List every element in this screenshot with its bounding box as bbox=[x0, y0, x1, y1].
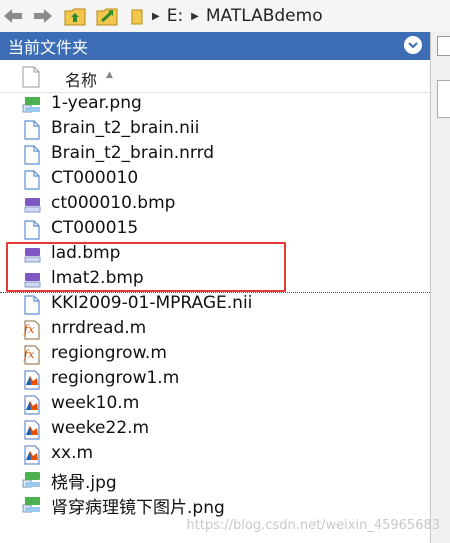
chevron-right-icon: ▶ bbox=[152, 10, 160, 22]
file-row[interactable]: week10.m bbox=[0, 392, 430, 417]
script-file-icon bbox=[22, 370, 42, 390]
panel-title: 当前文件夹 bbox=[8, 38, 89, 57]
file-row[interactable]: weeke22.m bbox=[0, 417, 430, 442]
file-name[interactable]: regiongrow1.m bbox=[51, 368, 179, 388]
file-row[interactable]: Brain_t2_brain.nrrd bbox=[0, 142, 430, 167]
watermark: https://blog.csdn.net/weixin_45965683 bbox=[186, 518, 440, 533]
file-name[interactable]: xx.m bbox=[51, 443, 93, 463]
forward-arrow-icon bbox=[34, 9, 52, 23]
sort-ascending-icon: ▲ bbox=[106, 70, 113, 80]
adjacent-panel-button[interactable] bbox=[437, 36, 450, 56]
chevron-right-icon: ▶ bbox=[191, 10, 199, 22]
file-name[interactable]: 1-year.png bbox=[51, 93, 142, 113]
address-drive[interactable]: E: bbox=[167, 6, 183, 26]
forward-button[interactable] bbox=[32, 5, 54, 27]
back-arrow-icon bbox=[4, 9, 22, 23]
file-name[interactable]: nrrdread.m bbox=[51, 318, 146, 338]
file-row[interactable]: 1-year.png bbox=[0, 92, 430, 117]
browse-folder-icon bbox=[96, 8, 118, 26]
file-name[interactable]: weeke22.m bbox=[51, 418, 149, 438]
toolbar: ▶ E: ▶ MATLABdemo bbox=[0, 0, 450, 33]
file-name[interactable]: ct000010.bmp bbox=[51, 193, 175, 213]
file-type-column-icon bbox=[22, 66, 40, 88]
image-file-icon bbox=[22, 495, 42, 515]
file-name[interactable]: Brain_t2_brain.nrrd bbox=[51, 143, 214, 163]
file-name[interactable]: 肾穿病理镜下图片.png bbox=[51, 493, 225, 518]
name-column-header[interactable]: 名称 bbox=[65, 67, 97, 91]
file-row[interactable]: 肾穿病理镜下图片.png bbox=[0, 492, 430, 518]
function-file-icon: fx bbox=[22, 320, 42, 340]
browse-folder-button[interactable] bbox=[96, 5, 118, 27]
generic-file-icon bbox=[22, 295, 42, 315]
file-name[interactable]: CT000010 bbox=[51, 168, 138, 188]
panel-menu-button[interactable] bbox=[404, 36, 422, 54]
file-row[interactable]: xx.m bbox=[0, 442, 430, 467]
file-row[interactable]: CT000010 bbox=[0, 167, 430, 192]
generic-file-icon bbox=[22, 220, 42, 240]
file-row[interactable]: Brain_t2_brain.nii bbox=[0, 117, 430, 142]
current-folder-header: 当前文件夹 bbox=[0, 32, 430, 60]
file-row[interactable]: KKI2009-01-MPRAGE.nii bbox=[0, 292, 430, 317]
file-name[interactable]: KKI2009-01-MPRAGE.nii bbox=[51, 293, 252, 313]
generic-file-icon bbox=[22, 170, 42, 190]
svg-text:fx: fx bbox=[23, 348, 35, 361]
folder-up-icon bbox=[64, 8, 86, 26]
adjacent-panel-edge bbox=[430, 32, 450, 543]
bitmap-file-icon bbox=[22, 195, 42, 215]
script-file-icon bbox=[22, 395, 42, 415]
file-row[interactable]: fx nrrdread.m bbox=[0, 317, 430, 342]
file-row[interactable]: fx regiongrow.m bbox=[0, 342, 430, 367]
file-name[interactable]: CT000015 bbox=[51, 218, 138, 238]
generic-file-icon bbox=[22, 145, 42, 165]
svg-text:fx: fx bbox=[23, 323, 35, 336]
file-row[interactable]: 桡骨.jpg bbox=[0, 467, 430, 493]
generic-file-icon bbox=[22, 120, 42, 140]
back-button[interactable] bbox=[2, 5, 24, 27]
script-file-icon bbox=[22, 445, 42, 465]
file-row[interactable]: regiongrow1.m bbox=[0, 367, 430, 392]
address-folder[interactable]: MATLABdemo bbox=[206, 6, 323, 26]
file-row[interactable]: ct000010.bmp bbox=[0, 192, 430, 217]
file-name[interactable]: regiongrow.m bbox=[51, 343, 167, 363]
address-bar[interactable]: ▶ E: ▶ MATLABdemo bbox=[130, 3, 450, 29]
file-row[interactable]: CT000015 bbox=[0, 217, 430, 242]
adjacent-panel-field[interactable] bbox=[437, 80, 450, 118]
file-name[interactable]: Brain_t2_brain.nii bbox=[51, 118, 199, 138]
chevron-down-icon bbox=[408, 42, 418, 49]
script-file-icon bbox=[22, 420, 42, 440]
folder-icon bbox=[131, 9, 143, 25]
image-file-icon bbox=[22, 95, 42, 115]
file-list: 1-year.png Brain_t2_brain.nii Brain_t2_b… bbox=[0, 92, 430, 543]
highlight-box bbox=[6, 242, 286, 292]
image-file-icon bbox=[22, 470, 42, 490]
file-name[interactable]: 桡骨.jpg bbox=[51, 468, 117, 493]
file-name[interactable]: week10.m bbox=[51, 393, 139, 413]
function-file-icon: fx bbox=[22, 345, 42, 365]
up-folder-button[interactable] bbox=[64, 5, 86, 27]
column-header[interactable]: 名称 ▲ bbox=[0, 60, 430, 93]
